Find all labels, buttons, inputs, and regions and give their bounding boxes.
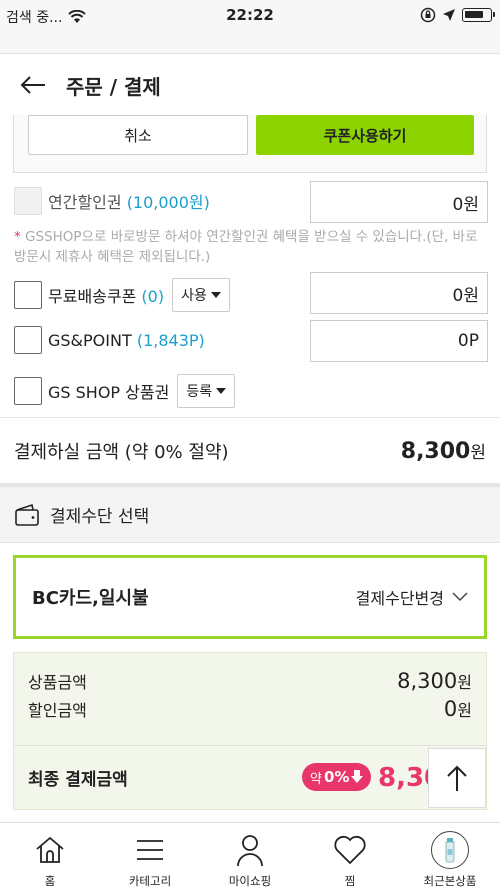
tab-category[interactable]: 카테고리	[100, 823, 200, 889]
coupon-action-box: 취소 쿠폰사용하기	[13, 115, 487, 173]
down-arrow-icon	[351, 770, 364, 783]
free-shipping-checkbox[interactable]	[14, 281, 42, 309]
gift-card-checkbox[interactable]	[14, 377, 42, 405]
person-icon	[230, 831, 270, 869]
annual-discount-amount: (10,000원)	[126, 193, 210, 212]
scroll-top-button[interactable]	[428, 748, 486, 808]
gs-point-checkbox[interactable]	[14, 326, 42, 354]
gs-point-label: GS&POINT (1,843P)	[48, 330, 205, 350]
tab-home-label: 홈	[44, 874, 56, 888]
gs-point-row: GS&POINT (1,843P)	[14, 326, 205, 354]
tab-wishlist[interactable]: 찜	[300, 823, 400, 889]
annual-discount-row: 연간할인권 (10,000원)	[14, 187, 210, 215]
status-bar: 검색 중... 22:22	[0, 0, 500, 36]
product-amount-label: 상품금액	[28, 673, 87, 692]
rotation-lock-icon	[420, 7, 436, 23]
change-payment-method-button[interactable]: 결제수단변경	[356, 585, 468, 609]
browser-bar	[0, 36, 500, 54]
tab-category-label: 카테고리	[128, 874, 172, 888]
header: 주문 / 결제	[0, 55, 500, 115]
wallet-icon	[15, 503, 39, 526]
product-amount-value: 8,300원	[397, 669, 472, 693]
annual-discount-label: 연간할인권 (10,000원)	[48, 193, 210, 212]
tab-home[interactable]: 홈	[0, 823, 100, 889]
summary-divider	[14, 745, 486, 746]
savings-badge: 약 0%	[302, 763, 372, 791]
payment-method-header: 결제수단 선택	[0, 487, 500, 543]
menu-icon	[130, 831, 170, 869]
discount-amount-value: 0원	[443, 697, 472, 721]
discount-amount-row: 할인금액 0원	[28, 697, 472, 721]
annual-discount-field[interactable]: 0원	[310, 181, 488, 223]
tab-my-shopping-label: 마이쇼핑	[228, 874, 272, 888]
payment-method-box[interactable]: BC카드,일시불 결제수단변경	[13, 555, 487, 639]
tab-recent-products[interactable]: 최근본상품	[400, 823, 500, 889]
chevron-down-icon	[452, 592, 468, 602]
gift-card-dropdown[interactable]: 등록	[177, 374, 236, 408]
annual-discount-notice: * GSSHOP으로 바로방문 하셔야 연간할인권 혜택을 받으실 수 있습니다…	[14, 229, 478, 265]
page-title: 주문 / 결제	[66, 74, 161, 99]
gs-point-balance: (1,843P)	[136, 330, 205, 350]
caret-down-icon	[210, 292, 221, 298]
gs-point-field[interactable]: 0P	[310, 320, 488, 362]
apply-coupon-button[interactable]: 쿠폰사용하기	[256, 115, 474, 155]
bottom-tab-bar: 홈 카테고리 마이쇼핑 찜 최근본상품	[0, 822, 500, 889]
recent-product-icon	[430, 831, 470, 869]
order-content: 취소 쿠폰사용하기 연간할인권 (10,000원) 0원 * GSSHOP으로 …	[0, 115, 500, 820]
location-icon	[443, 9, 455, 21]
home-icon	[30, 831, 70, 869]
free-shipping-field[interactable]: 0원	[310, 272, 488, 314]
free-shipping-label: 무료배송쿠폰 (0)	[48, 287, 165, 306]
caret-down-icon	[216, 388, 227, 394]
status-right	[420, 7, 495, 23]
final-amount-label: 최종 결제금액	[28, 770, 128, 790]
payment-total-row: 결제하실 금액 (약 0% 절약) 8,300원	[0, 417, 500, 483]
annual-discount-checkbox[interactable]	[14, 187, 42, 215]
arrow-up-icon	[447, 765, 467, 791]
gift-card-label: GS SHOP 상품권	[48, 383, 170, 402]
battery-icon	[462, 8, 495, 22]
cancel-button[interactable]: 취소	[28, 115, 248, 155]
payment-total-label: 결제하실 금액 (약 0% 절약)	[14, 441, 229, 463]
heart-icon	[330, 831, 370, 869]
tab-wishlist-label: 찜	[344, 874, 356, 888]
free-shipping-row: 무료배송쿠폰 (0) 사용	[14, 278, 230, 312]
gift-card-row: GS SHOP 상품권 등록	[14, 374, 236, 408]
back-button[interactable]	[0, 55, 66, 115]
product-amount-row: 상품금액 8,300원	[28, 669, 472, 693]
payment-summary: 상품금액 8,300원 할인금액 0원 최종 결제금액 약0% 8,300원	[13, 652, 487, 810]
payment-method-name: BC카드,일시불	[32, 588, 149, 609]
back-arrow-icon	[20, 76, 45, 94]
tab-recent-products-label: 최근본상품	[423, 874, 477, 888]
payment-total-amount: 8,300원	[400, 438, 486, 464]
tab-my-shopping[interactable]: 마이쇼핑	[200, 823, 300, 889]
free-shipping-count: (0)	[141, 287, 165, 306]
discount-amount-label: 할인금액	[28, 701, 87, 720]
payment-method-title: 결제수단 선택	[50, 507, 150, 527]
free-shipping-dropdown[interactable]: 사용	[172, 278, 230, 312]
